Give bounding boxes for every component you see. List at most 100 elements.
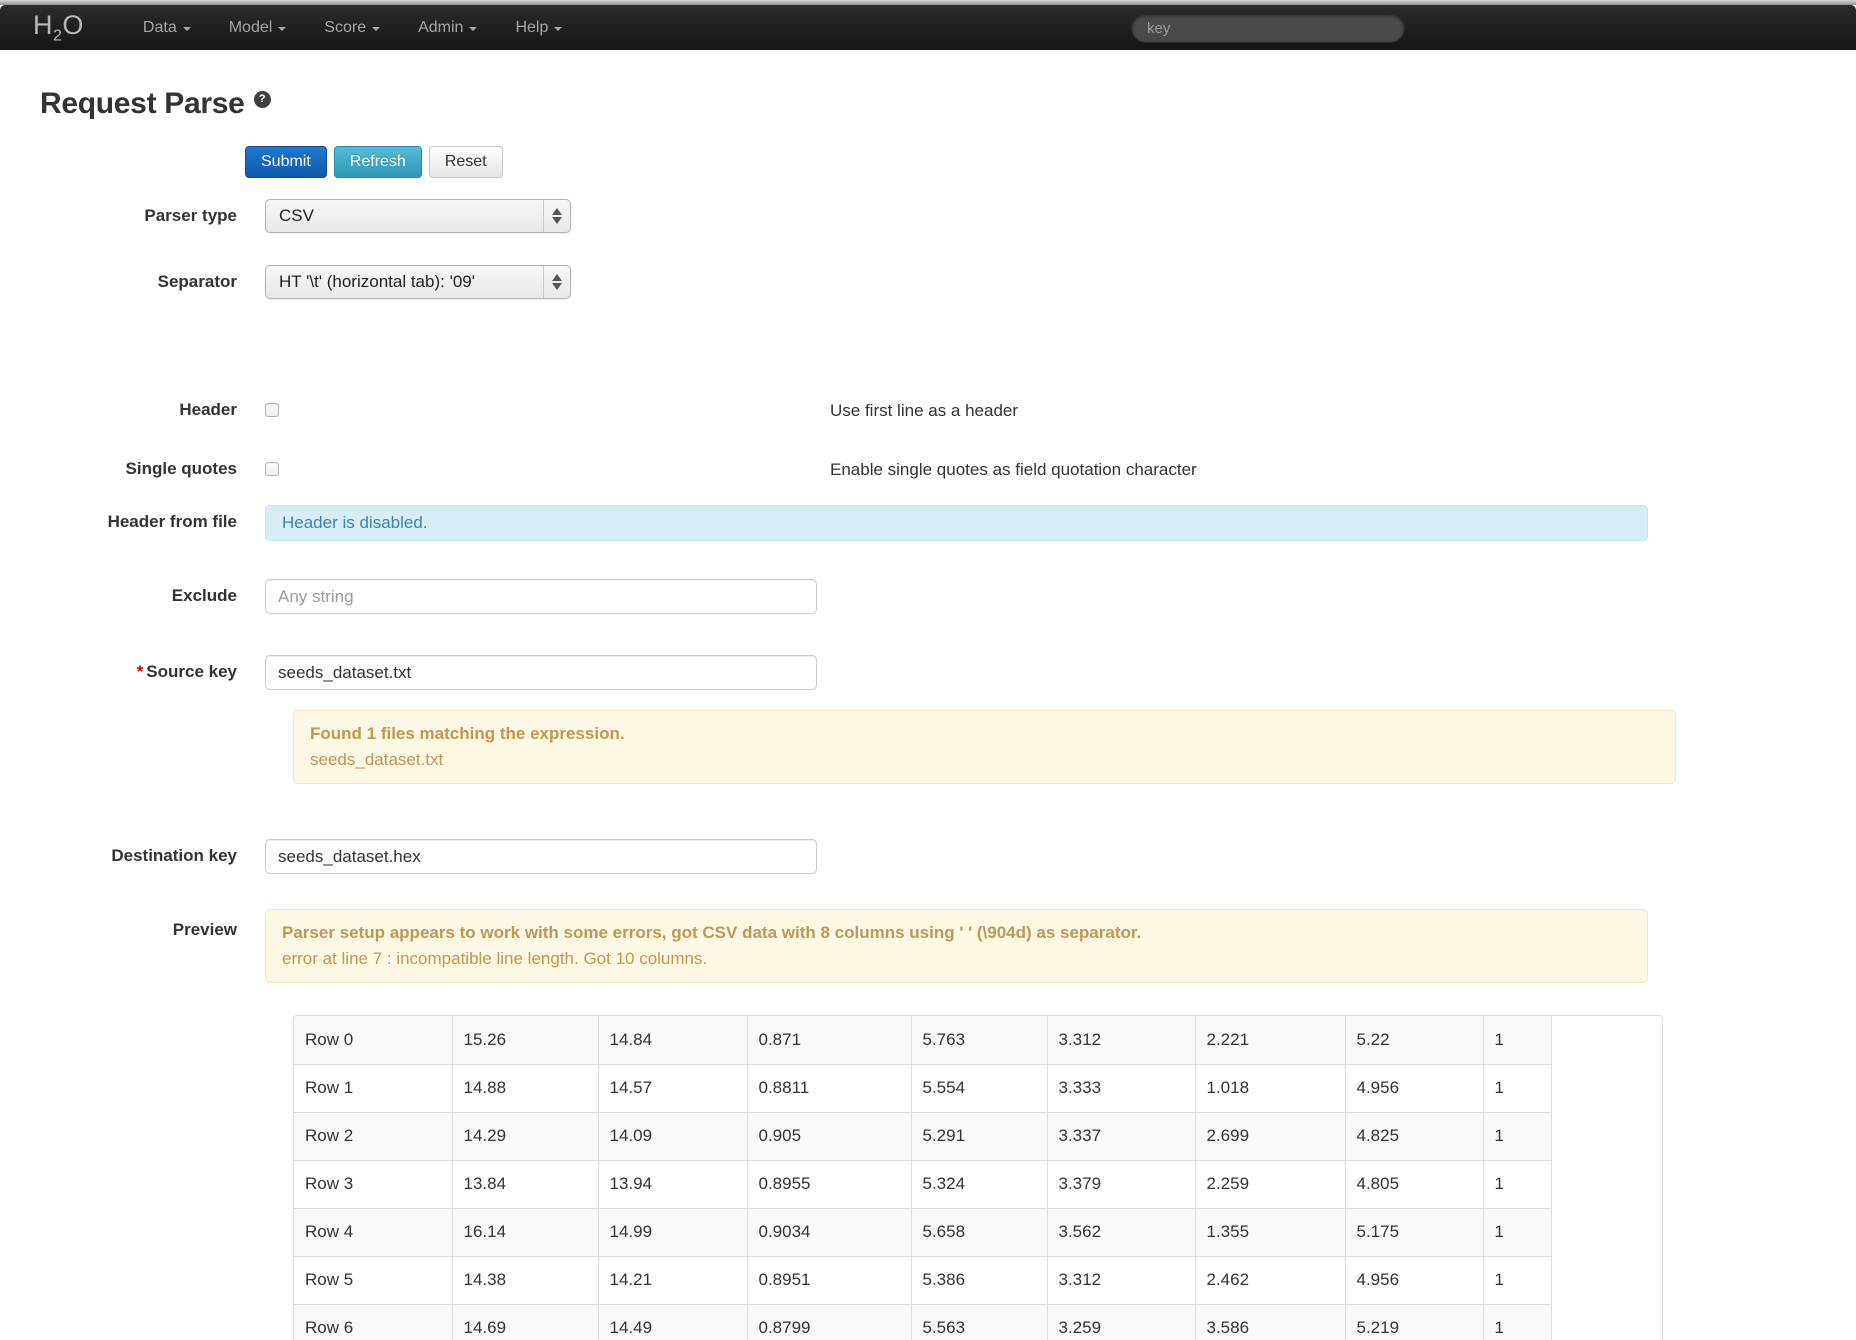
table-row: Row 416.1414.990.90345.6583.5621.3555.17… [294,1208,1551,1256]
value-cell: 0.8955 [747,1160,911,1208]
value-cell: 5.219 [1345,1304,1483,1340]
value-cell: 16.14 [452,1208,598,1256]
separator-select[interactable]: HT '\t' (horizontal tab): '09' [265,265,571,299]
value-cell: 14.69 [452,1304,598,1340]
reset-button[interactable]: Reset [429,146,503,178]
value-cell: 0.8799 [747,1304,911,1340]
destination-key-input[interactable] [265,839,817,874]
value-cell: 3.586 [1195,1304,1345,1340]
nav-item-model[interactable]: Model [210,5,306,50]
value-cell: 1 [1483,1160,1551,1208]
value-cell: 14.49 [598,1304,747,1340]
caret-down-icon [554,27,562,31]
value-cell: 4.956 [1345,1256,1483,1304]
parser-type-row: Parser type CSV [40,199,1856,233]
exclude-row: Exclude [40,579,1856,614]
row-label-cell: Row 3 [294,1160,452,1208]
refresh-button[interactable]: Refresh [334,146,422,178]
value-cell: 14.21 [598,1256,747,1304]
value-cell: 5.291 [911,1112,1047,1160]
exclude-input[interactable] [265,579,817,614]
main-content: Request Parse? Submit Refresh Reset Pars… [0,87,1856,1340]
table-row: Row 614.6914.490.87995.5633.2593.5865.21… [294,1304,1551,1340]
table-row: Row 313.8413.940.89555.3243.3792.2594.80… [294,1160,1551,1208]
search-input[interactable] [1131,14,1405,43]
nav-item-label: Admin [418,19,463,37]
value-cell: 2.699 [1195,1112,1345,1160]
value-cell: 2.221 [1195,1016,1345,1064]
value-cell: 1 [1483,1016,1551,1064]
preview-table-container: Row 015.2614.840.8715.7633.3122.2215.221… [293,1015,1856,1340]
nav-item-help[interactable]: Help [496,5,581,50]
submit-button[interactable]: Submit [245,146,327,178]
h2o-logo[interactable]: H2O [33,10,84,45]
nav-item-label: Score [324,19,366,37]
value-cell: 1 [1483,1256,1551,1304]
row-label-cell: Row 2 [294,1112,452,1160]
required-asterisk: * [137,662,144,681]
row-label-cell: Row 4 [294,1208,452,1256]
value-cell: 5.658 [911,1208,1047,1256]
select-stepper-icon [543,200,570,232]
single-quotes-label: Single quotes [40,455,265,480]
parser-type-select[interactable]: CSV [265,199,571,233]
preview-alert: Parser setup appears to work with some e… [265,909,1648,983]
nav-menu: Data Model Score Admin Help [124,5,581,50]
source-key-input[interactable] [265,655,817,690]
value-cell: 1 [1483,1064,1551,1112]
value-cell: 15.26 [452,1016,598,1064]
files-found-alert: Found 1 files matching the expression. s… [293,710,1856,784]
exclude-label: Exclude [40,579,265,607]
row-label-cell: Row 6 [294,1304,452,1340]
value-cell: 1.355 [1195,1208,1345,1256]
value-cell: 0.8811 [747,1064,911,1112]
value-cell: 0.871 [747,1016,911,1064]
value-cell: 0.905 [747,1112,911,1160]
value-cell: 3.337 [1047,1112,1195,1160]
value-cell: 1 [1483,1208,1551,1256]
navbar: H2O Data Model Score Admin Help [0,5,1856,50]
preview-row: Preview Parser setup appears to work wit… [40,909,1856,983]
row-label-cell: Row 1 [294,1064,452,1112]
preview-table-border: Row 015.2614.840.8715.7633.3122.2215.221… [293,1015,1663,1340]
value-cell: 3.259 [1047,1304,1195,1340]
nav-item-data[interactable]: Data [124,5,210,50]
preview-table: Row 015.2614.840.8715.7633.3122.2215.221… [294,1016,1552,1340]
nav-item-label: Model [229,19,273,37]
value-cell: 5.763 [911,1016,1047,1064]
header-from-file-row: Header from file Header is disabled. [40,505,1856,541]
header-disabled-alert: Header is disabled. [265,505,1648,541]
table-row: Row 214.2914.090.9055.2913.3372.6994.825… [294,1112,1551,1160]
page: H2O Data Model Score Admin Help Request … [0,0,1856,1340]
value-cell: 1 [1483,1304,1551,1340]
preview-alert-title: Parser setup appears to work with some e… [282,920,1631,946]
header-label: Header [40,396,265,421]
table-row: Row 514.3814.210.89515.3863.3122.4624.95… [294,1256,1551,1304]
nav-item-admin[interactable]: Admin [399,5,496,50]
table-row: Row 114.8814.570.88115.5543.3331.0184.95… [294,1064,1551,1112]
value-cell: 5.563 [911,1304,1047,1340]
value-cell: 0.9034 [747,1208,911,1256]
select-stepper-icon [543,266,570,298]
value-cell: 4.805 [1345,1160,1483,1208]
value-cell: 13.94 [598,1160,747,1208]
header-checkbox[interactable] [265,403,279,417]
value-cell: 14.84 [598,1016,747,1064]
caret-down-icon [469,27,477,31]
parser-type-value: CSV [266,200,543,232]
preview-alert-body: error at line 7 : incompatible line leng… [282,946,1631,972]
value-cell: 3.333 [1047,1064,1195,1112]
value-cell: 1.018 [1195,1064,1345,1112]
help-icon[interactable]: ? [254,91,271,108]
source-key-row: *Source key [40,655,1856,690]
nav-item-score[interactable]: Score [305,5,399,50]
value-cell: 4.956 [1345,1064,1483,1112]
files-found-title: Found 1 files matching the expression. [310,721,1659,747]
separator-row: Separator HT '\t' (horizontal tab): '09' [40,265,1856,299]
table-row: Row 015.2614.840.8715.7633.3122.2215.221 [294,1016,1551,1064]
toolbar: Submit Refresh Reset [245,146,1856,178]
caret-down-icon [183,27,191,31]
single-quotes-checkbox[interactable] [265,462,279,476]
parser-type-label: Parser type [40,199,265,227]
value-cell: 3.379 [1047,1160,1195,1208]
